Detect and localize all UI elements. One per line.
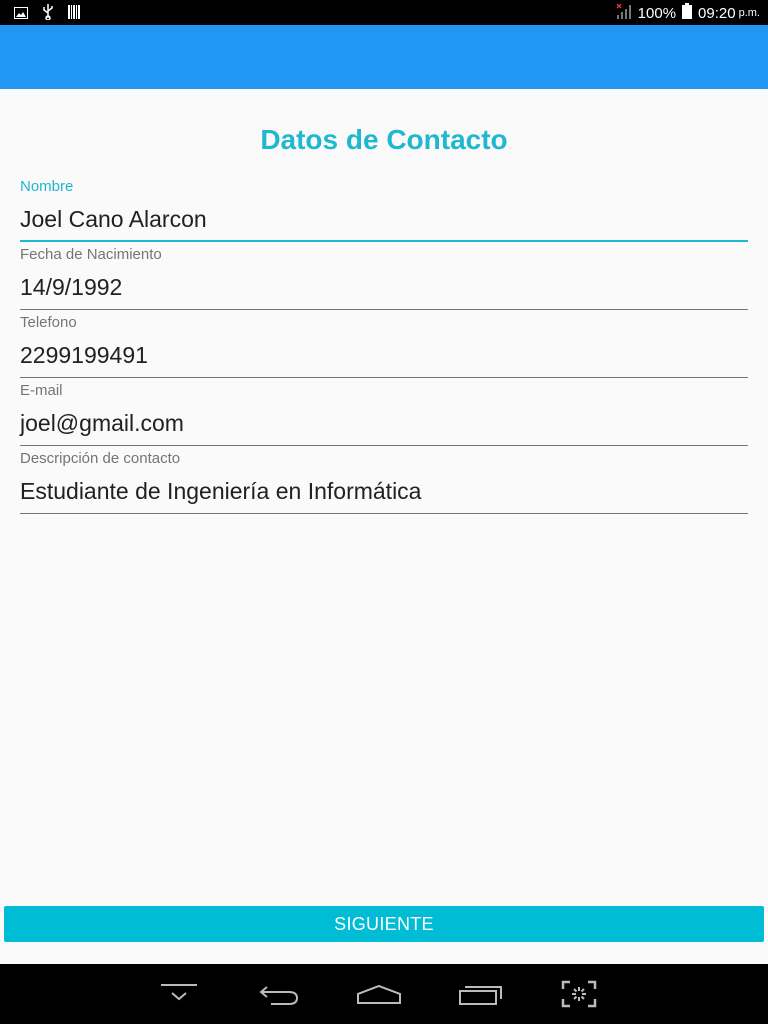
navigation-bar <box>0 964 768 1024</box>
status-left <box>14 4 80 25</box>
hide-keyboard-icon[interactable] <box>155 978 203 1010</box>
clock: 09:20 <box>698 4 736 22</box>
description-field[interactable]: Descripción de contacto Estudiante de In… <box>20 450 748 514</box>
email-field[interactable]: E-mail joel@gmail.com <box>20 382 748 446</box>
birthdate-input[interactable]: 14/9/1992 <box>20 264 748 310</box>
phone-field[interactable]: Telefono 2299199491 <box>20 314 748 378</box>
name-input[interactable]: Joel Cano Alarcon <box>20 196 748 242</box>
phone-input[interactable]: 2299199491 <box>20 332 748 378</box>
status-bar: 100% 09:20 p.m. <box>0 0 768 25</box>
screenshot-icon[interactable] <box>555 978 603 1010</box>
home-icon[interactable] <box>355 978 403 1010</box>
page-title: Datos de Contacto <box>260 124 508 155</box>
name-field[interactable]: Nombre Joel Cano Alarcon <box>20 178 748 242</box>
next-button[interactable]: SIGUIENTE <box>4 906 764 942</box>
description-label: Descripción de contacto <box>20 450 181 467</box>
battery-percent: 100% <box>637 4 677 22</box>
recent-apps-icon[interactable] <box>456 978 504 1010</box>
back-icon[interactable] <box>255 978 303 1010</box>
status-right: 100% 09:20 p.m. <box>616 3 760 23</box>
signal-icon <box>616 3 632 23</box>
image-icon <box>14 6 28 24</box>
clock-ampm: p.m. <box>738 7 760 19</box>
birthdate-label: Fecha de Nacimiento <box>20 246 162 263</box>
phone-label: Telefono <box>20 314 77 331</box>
name-label: Nombre <box>20 178 74 195</box>
email-label: E-mail <box>20 382 63 399</box>
barcode-icon <box>68 5 80 24</box>
description-input[interactable]: Estudiante de Ingeniería en Informática <box>20 468 748 514</box>
email-input[interactable]: joel@gmail.com <box>20 400 748 446</box>
usb-icon <box>42 4 54 25</box>
app-bar <box>0 25 768 89</box>
battery-icon <box>682 3 693 23</box>
birthdate-field[interactable]: Fecha de Nacimiento 14/9/1992 <box>20 246 748 310</box>
